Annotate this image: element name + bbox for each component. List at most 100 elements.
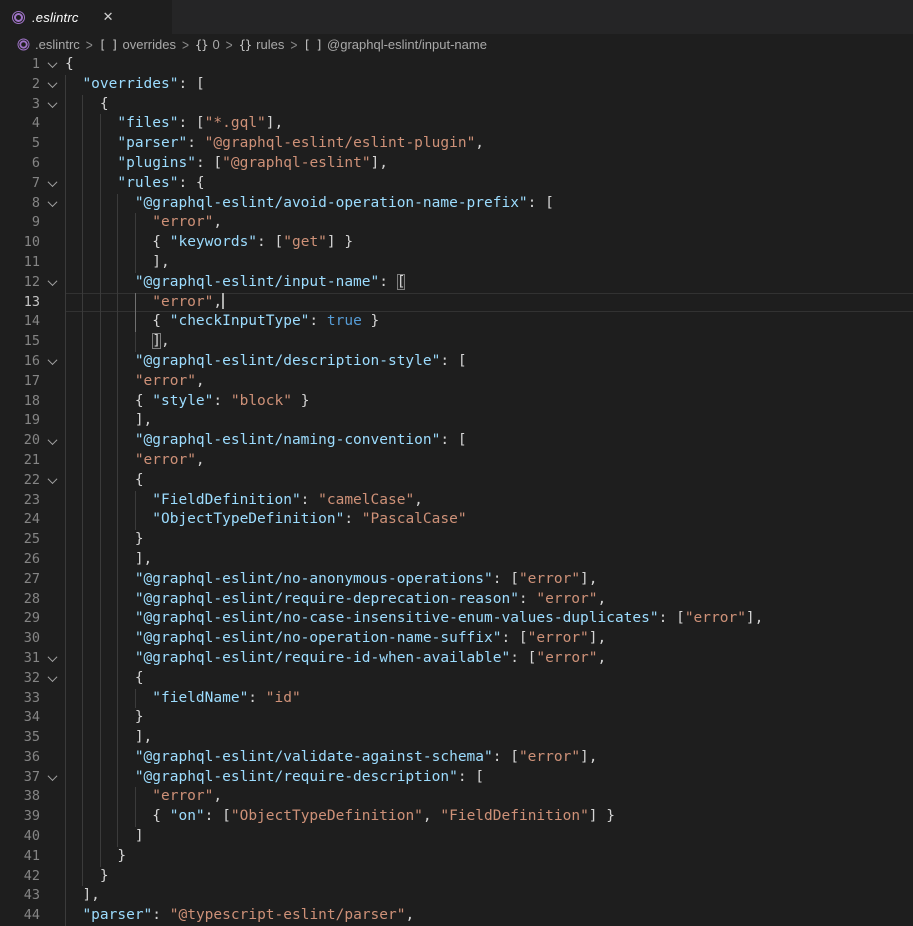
code-line[interactable]: 14{ "checkInputType": true } xyxy=(0,312,913,332)
chevron-down-icon[interactable] xyxy=(48,59,58,69)
code-line[interactable]: 11], xyxy=(0,253,913,273)
code-line[interactable]: 26], xyxy=(0,550,913,570)
line-number[interactable]: 10 xyxy=(0,233,40,253)
chevron-down-icon[interactable] xyxy=(48,177,58,187)
line-number[interactable]: 25 xyxy=(0,530,40,550)
code-line[interactable]: 17"error", xyxy=(0,372,913,392)
code-line[interactable]: 25} xyxy=(0,530,913,550)
line-number[interactable]: 12 xyxy=(0,273,40,293)
code-line[interactable]: 3{ xyxy=(0,95,913,115)
chevron-down-icon[interactable] xyxy=(48,474,58,484)
line-number[interactable]: 16 xyxy=(0,352,40,372)
close-icon[interactable]: ✕ xyxy=(100,8,117,26)
breadcrumb-item[interactable]: [ ]@graphql-eslint/input-name xyxy=(303,37,487,52)
code-line[interactable]: 24"ObjectTypeDefinition": "PascalCase" xyxy=(0,510,913,530)
chevron-down-icon[interactable] xyxy=(48,78,58,88)
line-number[interactable]: 4 xyxy=(0,114,40,134)
code-line[interactable]: 2"overrides": [ xyxy=(0,75,913,95)
line-number[interactable]: 3 xyxy=(0,95,40,115)
chevron-down-icon[interactable] xyxy=(48,652,58,662)
line-number[interactable]: 14 xyxy=(0,312,40,332)
code-line[interactable]: 37"@graphql-eslint/require-description":… xyxy=(0,768,913,788)
code-line[interactable]: 38"error", xyxy=(0,787,913,807)
code-line[interactable]: 28"@graphql-eslint/require-deprecation-r… xyxy=(0,590,913,610)
code-line[interactable]: 20"@graphql-eslint/naming-convention": [ xyxy=(0,431,913,451)
code-line[interactable]: 41} xyxy=(0,847,913,867)
line-number[interactable]: 41 xyxy=(0,847,40,867)
line-number[interactable]: 36 xyxy=(0,748,40,768)
code-line[interactable]: 27"@graphql-eslint/no-anonymous-operatio… xyxy=(0,570,913,590)
chevron-down-icon[interactable] xyxy=(48,276,58,286)
code-line[interactable]: 22{ xyxy=(0,471,913,491)
line-number[interactable]: 20 xyxy=(0,431,40,451)
line-number[interactable]: 6 xyxy=(0,154,40,174)
code-line[interactable]: 29"@graphql-eslint/no-case-insensitive-e… xyxy=(0,609,913,629)
code-line[interactable]: 19], xyxy=(0,411,913,431)
line-number[interactable]: 38 xyxy=(0,787,40,807)
line-number[interactable]: 32 xyxy=(0,669,40,689)
code-line[interactable]: 42} xyxy=(0,867,913,887)
code-line[interactable]: 23"FieldDefinition": "camelCase", xyxy=(0,491,913,511)
breadcrumb-item[interactable]: {}rules xyxy=(239,37,285,52)
code-line[interactable]: 35], xyxy=(0,728,913,748)
code-line[interactable]: 7"rules": { xyxy=(0,174,913,194)
line-number[interactable]: 24 xyxy=(0,510,40,530)
code-line[interactable]: 4"files": ["*.gql"], xyxy=(0,114,913,134)
line-number[interactable]: 19 xyxy=(0,411,40,431)
code-line[interactable]: 9"error", xyxy=(0,213,913,233)
code-line[interactable]: 40] xyxy=(0,827,913,847)
line-number[interactable]: 8 xyxy=(0,194,40,214)
code-line[interactable]: 31"@graphql-eslint/require-id-when-avail… xyxy=(0,649,913,669)
code-line[interactable]: 34} xyxy=(0,708,913,728)
code-line[interactable]: 12"@graphql-eslint/input-name": [ xyxy=(0,273,913,293)
code-line[interactable]: 44"parser": "@typescript-eslint/parser", xyxy=(0,906,913,926)
code-line[interactable]: 21"error", xyxy=(0,451,913,471)
code-line[interactable]: 6"plugins": ["@graphql-eslint"], xyxy=(0,154,913,174)
line-number[interactable]: 28 xyxy=(0,590,40,610)
breadcrumb-item[interactable]: .eslintrc xyxy=(17,37,80,52)
line-number[interactable]: 33 xyxy=(0,689,40,709)
line-number[interactable]: 29 xyxy=(0,609,40,629)
line-number[interactable]: 34 xyxy=(0,708,40,728)
code-line[interactable]: 32{ xyxy=(0,669,913,689)
line-number[interactable]: 40 xyxy=(0,827,40,847)
line-number[interactable]: 21 xyxy=(0,451,40,471)
line-number[interactable]: 39 xyxy=(0,807,40,827)
chevron-down-icon[interactable] xyxy=(48,98,58,108)
code-line[interactable]: 13"error", xyxy=(0,293,913,313)
chevron-down-icon[interactable] xyxy=(48,435,58,445)
code-line[interactable]: 18{ "style": "block" } xyxy=(0,392,913,412)
line-number[interactable]: 35 xyxy=(0,728,40,748)
line-number[interactable]: 7 xyxy=(0,174,40,194)
code-line[interactable]: 10{ "keywords": ["get"] } xyxy=(0,233,913,253)
breadcrumb-item[interactable]: [ ]overrides xyxy=(99,37,176,52)
chevron-down-icon[interactable] xyxy=(48,672,58,682)
tab-eslintrc[interactable]: .eslintrc ✕ xyxy=(0,0,172,34)
code-line[interactable]: 43], xyxy=(0,886,913,906)
line-number[interactable]: 44 xyxy=(0,906,40,926)
line-number[interactable]: 17 xyxy=(0,372,40,392)
line-number[interactable]: 31 xyxy=(0,649,40,669)
chevron-down-icon[interactable] xyxy=(48,771,58,781)
line-number[interactable]: 23 xyxy=(0,491,40,511)
line-number[interactable]: 30 xyxy=(0,629,40,649)
line-number[interactable]: 2 xyxy=(0,75,40,95)
line-number[interactable]: 26 xyxy=(0,550,40,570)
code-line[interactable]: 39{ "on": ["ObjectTypeDefinition", "Fiel… xyxy=(0,807,913,827)
line-number[interactable]: 13 xyxy=(0,293,40,313)
line-number[interactable]: 37 xyxy=(0,768,40,788)
line-number[interactable]: 27 xyxy=(0,570,40,590)
code-editor[interactable]: 1{2"overrides": [3{4"files": ["*.gql"],5… xyxy=(0,55,913,926)
line-number[interactable]: 18 xyxy=(0,392,40,412)
code-line[interactable]: 8"@graphql-eslint/avoid-operation-name-p… xyxy=(0,194,913,214)
code-line[interactable]: 16"@graphql-eslint/description-style": [ xyxy=(0,352,913,372)
line-number[interactable]: 42 xyxy=(0,867,40,887)
code-line[interactable]: 15], xyxy=(0,332,913,352)
line-number[interactable]: 15 xyxy=(0,332,40,352)
line-number[interactable]: 11 xyxy=(0,253,40,273)
line-number[interactable]: 5 xyxy=(0,134,40,154)
code-line[interactable]: 30"@graphql-eslint/no-operation-name-suf… xyxy=(0,629,913,649)
line-number[interactable]: 22 xyxy=(0,471,40,491)
chevron-down-icon[interactable] xyxy=(48,355,58,365)
line-number[interactable]: 9 xyxy=(0,213,40,233)
